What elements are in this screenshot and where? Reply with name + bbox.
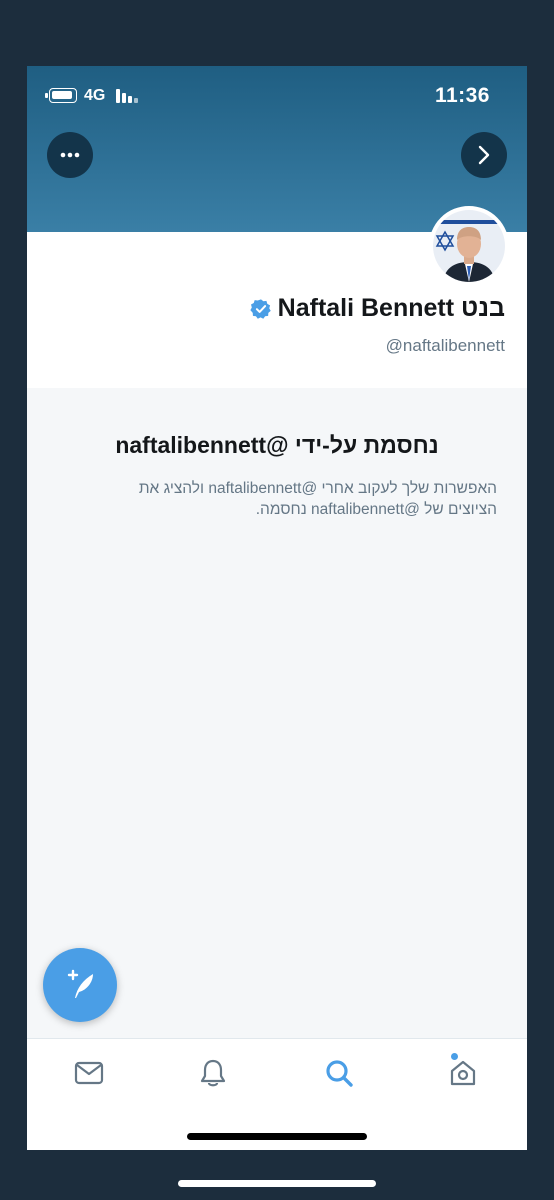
home-indicator — [187, 1133, 367, 1140]
profile-handle: @naftalibennett — [385, 336, 505, 355]
compose-tweet-button[interactable] — [43, 948, 117, 1022]
search-icon — [326, 1060, 353, 1087]
bottom-tab-bar — [27, 1038, 527, 1150]
more-icon — [60, 152, 80, 158]
home-icon — [450, 1060, 476, 1086]
next-button[interactable] — [461, 132, 507, 178]
signal-icon — [116, 89, 138, 103]
status-bar: 4G 11:36 — [27, 66, 527, 126]
tab-notifications[interactable] — [195, 1055, 231, 1091]
bell-icon — [200, 1059, 226, 1087]
verified-badge-icon — [250, 298, 271, 319]
home-notification-dot — [451, 1053, 458, 1060]
tab-messages[interactable] — [71, 1055, 107, 1091]
blocked-notice: נחסמת על-ידי @naftalibennett האפשרות שלך… — [27, 388, 527, 1040]
profile-avatar[interactable] — [429, 206, 509, 286]
status-time: 11:36 — [434, 84, 490, 107]
more-options-button[interactable] — [47, 132, 93, 178]
profile-name-row: Naftali Bennett בנט — [250, 294, 505, 323]
blocked-description-line: האפשרות שלך לעקוב אחרי @naftalibennett ו… — [138, 480, 497, 497]
compose-tweet-icon — [67, 969, 93, 998]
battery-icon — [45, 88, 77, 103]
device-home-indicator — [178, 1180, 376, 1187]
blocked-description: האפשרות שלך לעקוב אחרי @naftalibennett ו… — [73, 478, 497, 520]
app-screen: 4G 11:36 Naftali Bennett בנט @naftaliben… — [27, 66, 527, 1150]
blocked-title: נחסמת על-ידי @naftalibennett — [115, 432, 439, 458]
network-label: 4G — [84, 87, 106, 104]
tab-search[interactable] — [321, 1055, 357, 1091]
chevron-right-icon — [478, 145, 490, 165]
profile-name: Naftali Bennett בנט — [277, 294, 505, 322]
blocked-description-line: הציוצים של @naftalibennett נחסמה. — [255, 501, 497, 518]
tab-home[interactable] — [445, 1055, 481, 1091]
mail-icon — [74, 1061, 104, 1085]
